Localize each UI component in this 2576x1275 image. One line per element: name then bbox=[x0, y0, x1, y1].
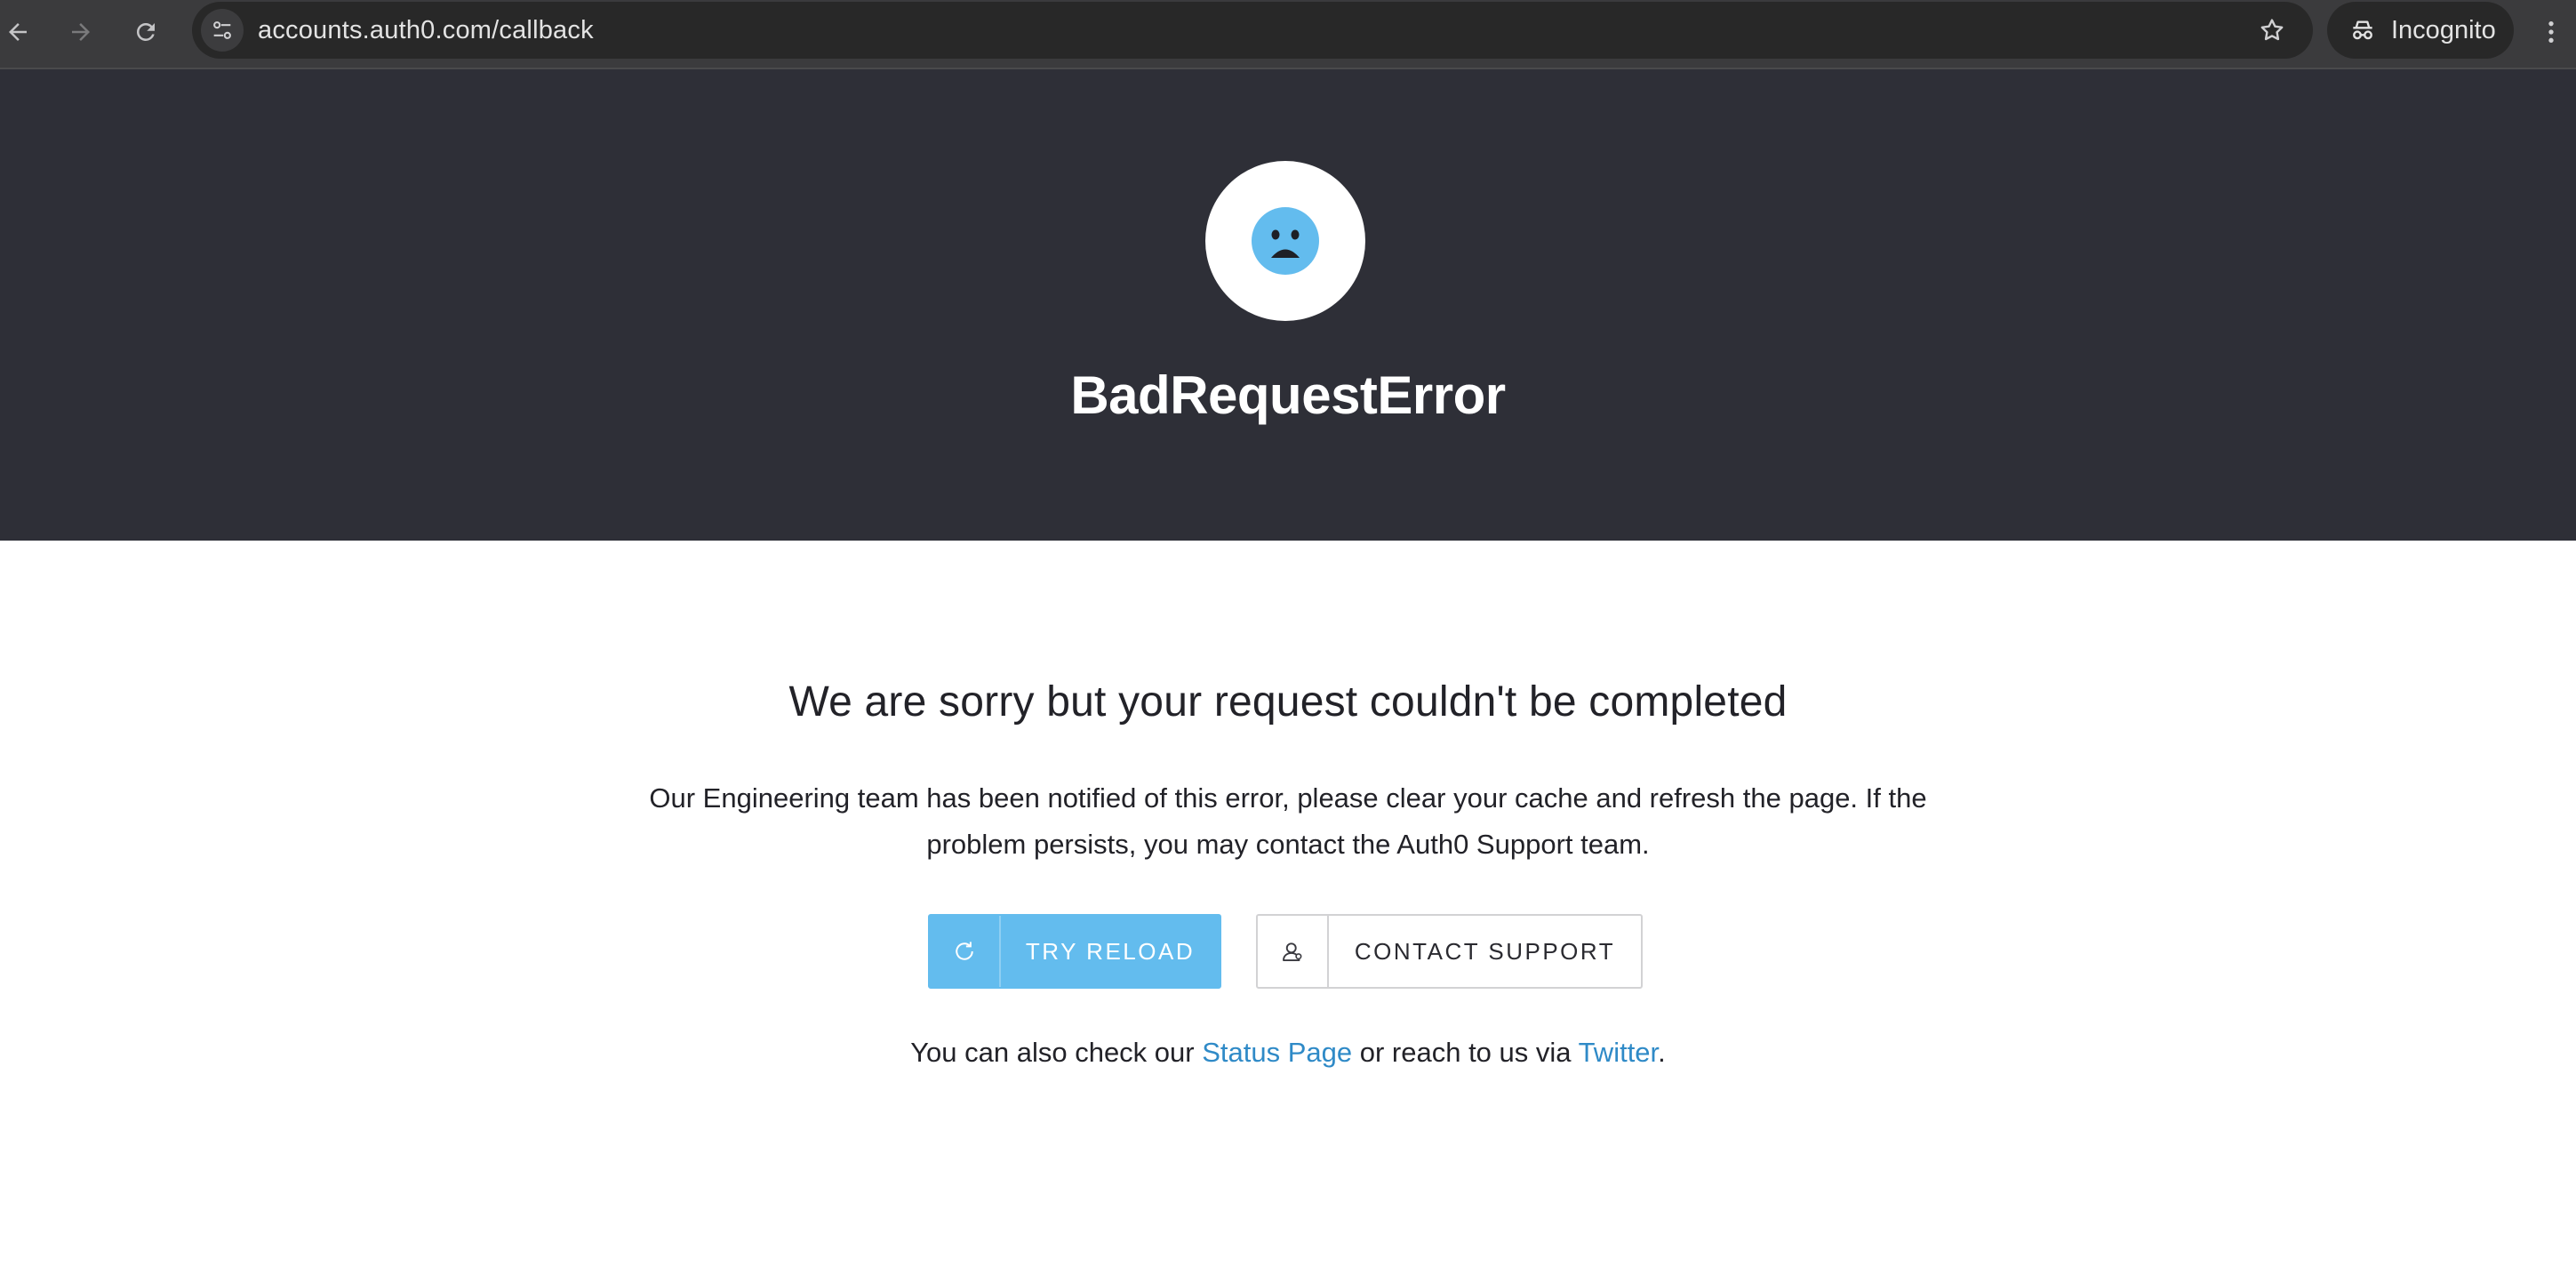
support-person-icon bbox=[1283, 942, 1302, 961]
back-arrow-icon bbox=[9, 23, 27, 41]
contact-support-button[interactable]: CONTACT SUPPORT bbox=[1256, 914, 1643, 989]
error-message: Our Engineering team has been notified o… bbox=[649, 782, 1927, 860]
forward-button[interactable] bbox=[58, 9, 104, 55]
alternate-help-prefix: You can also check our bbox=[910, 1037, 1203, 1068]
sad-face-icon bbox=[1252, 207, 1319, 275]
incognito-icon bbox=[2353, 20, 2372, 40]
back-button[interactable] bbox=[0, 9, 41, 55]
reload-icon bbox=[956, 942, 973, 960]
alternate-help-middle: or reach to us via bbox=[1352, 1037, 1579, 1068]
reload-button-icon-cell bbox=[930, 916, 1001, 987]
support-button-icon-cell bbox=[1258, 916, 1329, 987]
kebab-menu-icon bbox=[2548, 21, 2554, 43]
try-reload-label: TRY RELOAD bbox=[1025, 937, 1196, 965]
error-title: BadRequestError bbox=[1070, 365, 1506, 425]
reload-icon bbox=[136, 22, 155, 41]
error-icon-badge bbox=[1205, 161, 1365, 321]
address-bar[interactable]: accounts.auth0.com/callback bbox=[192, 2, 2313, 59]
bookmark-button[interactable] bbox=[2251, 9, 2293, 52]
alternate-help-suffix: . bbox=[1658, 1037, 1666, 1068]
browser-toolbar: accounts.auth0.com/callback Incognito bbox=[0, 0, 2576, 69]
error-heading: We are sorry but your request couldn't b… bbox=[788, 678, 1788, 726]
incognito-indicator[interactable]: Incognito bbox=[2327, 2, 2514, 59]
incognito-label: Incognito bbox=[2391, 15, 2496, 44]
alternate-help-line: You can also check our Status Page or re… bbox=[0, 1037, 2576, 1069]
status-page-link[interactable]: Status Page bbox=[1202, 1037, 1352, 1068]
tune-icon bbox=[213, 21, 231, 39]
try-reload-button[interactable]: TRY RELOAD bbox=[928, 914, 1221, 989]
forward-arrow-icon bbox=[72, 23, 90, 41]
reload-page-button[interactable] bbox=[123, 9, 169, 55]
twitter-link[interactable]: Twitter bbox=[1579, 1037, 1659, 1068]
url-text[interactable]: accounts.auth0.com/callback bbox=[258, 2, 594, 59]
error-header: BadRequestError bbox=[0, 69, 2576, 541]
browser-menu-button[interactable] bbox=[2533, 9, 2569, 55]
contact-support-label: CONTACT SUPPORT bbox=[1354, 937, 1616, 965]
star-icon bbox=[2260, 19, 2284, 41]
site-info-button[interactable] bbox=[201, 9, 244, 52]
